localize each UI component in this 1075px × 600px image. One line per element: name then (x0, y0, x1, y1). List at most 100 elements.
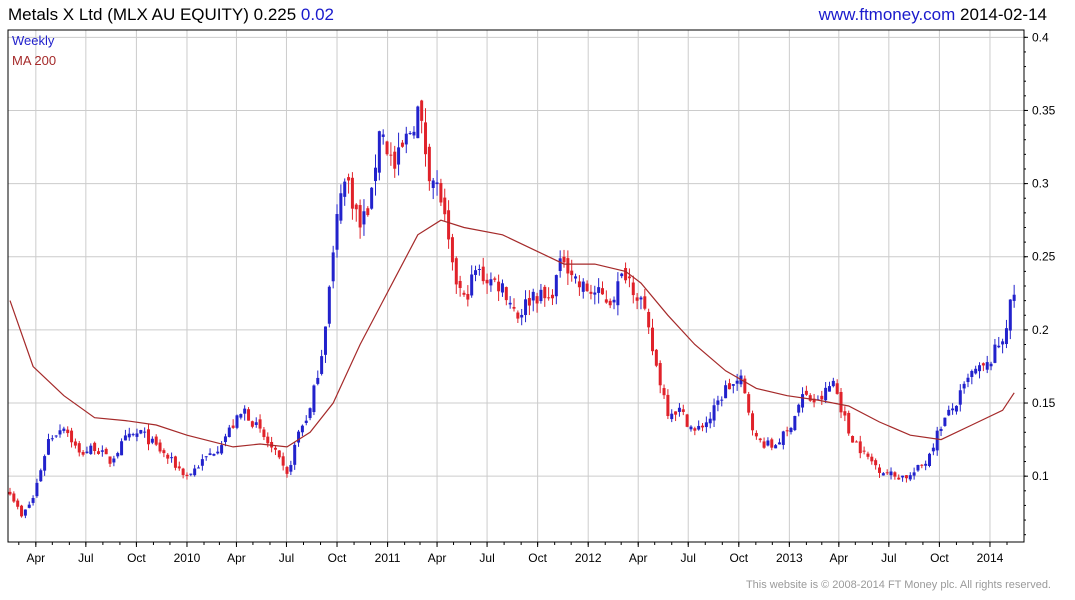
candle-body (404, 133, 408, 145)
candle-body (204, 456, 208, 458)
candle-body (493, 278, 497, 280)
candle-body (908, 475, 912, 480)
candle (597, 278, 601, 304)
candle-body (39, 470, 43, 482)
candle-body (581, 281, 585, 292)
candle-body (978, 365, 982, 372)
candle (651, 318, 655, 356)
candle-body (181, 468, 185, 476)
candle (574, 273, 578, 284)
x-tick-label: Apr (829, 551, 848, 565)
candle (920, 464, 924, 469)
candle (416, 105, 420, 139)
candle (450, 233, 454, 271)
legend-ma200: MA 200 (12, 53, 56, 68)
candle (1001, 338, 1005, 354)
candle (974, 365, 978, 375)
candle-body (843, 411, 847, 416)
candle (662, 384, 666, 399)
candle-body (770, 439, 774, 448)
candle-body (704, 422, 708, 428)
candle-body (747, 394, 751, 413)
candle-body (300, 425, 304, 433)
candle-body (131, 434, 135, 436)
candle-body (143, 431, 147, 433)
candle-body (474, 270, 478, 275)
candle (16, 498, 20, 510)
candle-body (554, 275, 558, 297)
candle-body (797, 404, 801, 413)
ma200-line (9, 219, 1015, 448)
candle-body (762, 441, 766, 448)
candle (23, 509, 27, 519)
candle (978, 362, 982, 379)
candle-body (8, 491, 12, 495)
candle-body (481, 266, 485, 282)
candle (674, 411, 678, 422)
candle-body (808, 395, 812, 401)
candle (258, 414, 262, 433)
candle (208, 448, 212, 456)
candle (312, 384, 316, 416)
candle (373, 154, 377, 196)
candle (335, 204, 339, 258)
candle (962, 381, 966, 394)
candle (858, 435, 862, 459)
candle-body (262, 429, 266, 438)
candle-body (854, 441, 858, 443)
candle-body (735, 380, 739, 384)
candle-body (862, 450, 866, 452)
candle (1012, 284, 1016, 308)
candle-body (600, 288, 604, 295)
candle-body (716, 400, 720, 405)
candle-body (120, 441, 124, 456)
candle-body (901, 475, 905, 478)
candle (93, 441, 97, 455)
x-tick-label: 2014 (977, 551, 1004, 565)
candle-body (647, 311, 651, 328)
candle (197, 465, 201, 469)
candle-body (631, 282, 635, 296)
candle (608, 298, 612, 309)
candle (412, 126, 416, 139)
candle-body (212, 454, 216, 456)
candle (970, 369, 974, 385)
x-tick-label: Oct (930, 551, 949, 565)
candle-body (847, 412, 851, 434)
candle-body (54, 435, 58, 437)
candle-body (851, 436, 855, 443)
candle (924, 460, 928, 471)
candle (785, 426, 789, 437)
candle (893, 471, 897, 480)
y-tick-label: 0.15 (1032, 396, 1056, 410)
candle-body (958, 390, 962, 405)
candle (304, 415, 308, 426)
candle (935, 426, 939, 456)
candle (435, 170, 439, 196)
candle (131, 432, 135, 437)
candle (951, 403, 955, 415)
candle (604, 290, 608, 304)
candle-body (712, 405, 716, 421)
candle (139, 429, 143, 435)
candle (193, 464, 197, 477)
candle (227, 424, 231, 438)
candle (724, 380, 728, 399)
candle (108, 456, 112, 468)
candle (731, 383, 735, 394)
candle-body (458, 280, 462, 288)
candle (539, 283, 543, 304)
candle-body (362, 211, 366, 225)
candle-body (450, 237, 454, 263)
candle-body (247, 409, 251, 421)
candle (643, 289, 647, 311)
candle-body (347, 177, 351, 181)
candle-body (789, 427, 793, 433)
candle (212, 453, 216, 457)
y-tick-label: 0.35 (1032, 103, 1056, 117)
candle-body (635, 297, 639, 301)
candle-body (266, 436, 270, 444)
candle (704, 416, 708, 433)
candle-body (935, 430, 939, 451)
candle-body (62, 428, 66, 431)
